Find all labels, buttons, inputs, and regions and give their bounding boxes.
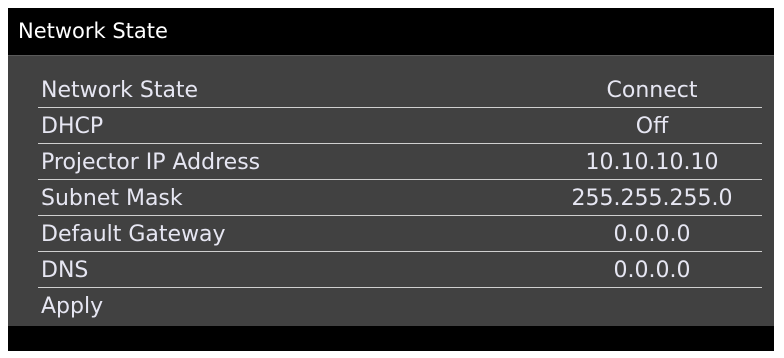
row-dns[interactable]: DNS 0.0.0.0 <box>38 254 762 288</box>
row-value: 255.255.255.0 <box>571 186 733 211</box>
row-label: Network State <box>41 78 199 103</box>
panel-title: Network State <box>18 19 168 43</box>
network-state-panel: Network State Network State Connect DHCP… <box>8 8 774 351</box>
row-label: Projector IP Address <box>41 150 261 175</box>
row-label: DNS <box>41 258 89 283</box>
row-label: Default Gateway <box>41 222 226 247</box>
row-dhcp[interactable]: DHCP Off <box>38 110 762 144</box>
row-value: Off <box>635 114 669 139</box>
footer-bar <box>8 326 774 351</box>
apply-button[interactable]: Apply <box>38 290 762 324</box>
settings-list: Network State Connect DHCP Off Projector… <box>38 74 762 326</box>
row-subnet-mask[interactable]: Subnet Mask 255.255.255.0 <box>38 182 762 216</box>
row-value: Connect <box>606 78 698 103</box>
row-network-state[interactable]: Network State Connect <box>38 74 762 108</box>
row-value: 0.0.0.0 <box>613 258 691 283</box>
row-projector-ip-address[interactable]: Projector IP Address 10.10.10.10 <box>38 146 762 180</box>
row-label: Subnet Mask <box>41 186 183 211</box>
row-value: 10.10.10.10 <box>585 150 719 175</box>
apply-label: Apply <box>41 294 104 319</box>
row-label: DHCP <box>41 114 104 139</box>
row-default-gateway[interactable]: Default Gateway 0.0.0.0 <box>38 218 762 252</box>
title-bar: Network State <box>8 8 774 56</box>
row-value: 0.0.0.0 <box>613 222 691 247</box>
